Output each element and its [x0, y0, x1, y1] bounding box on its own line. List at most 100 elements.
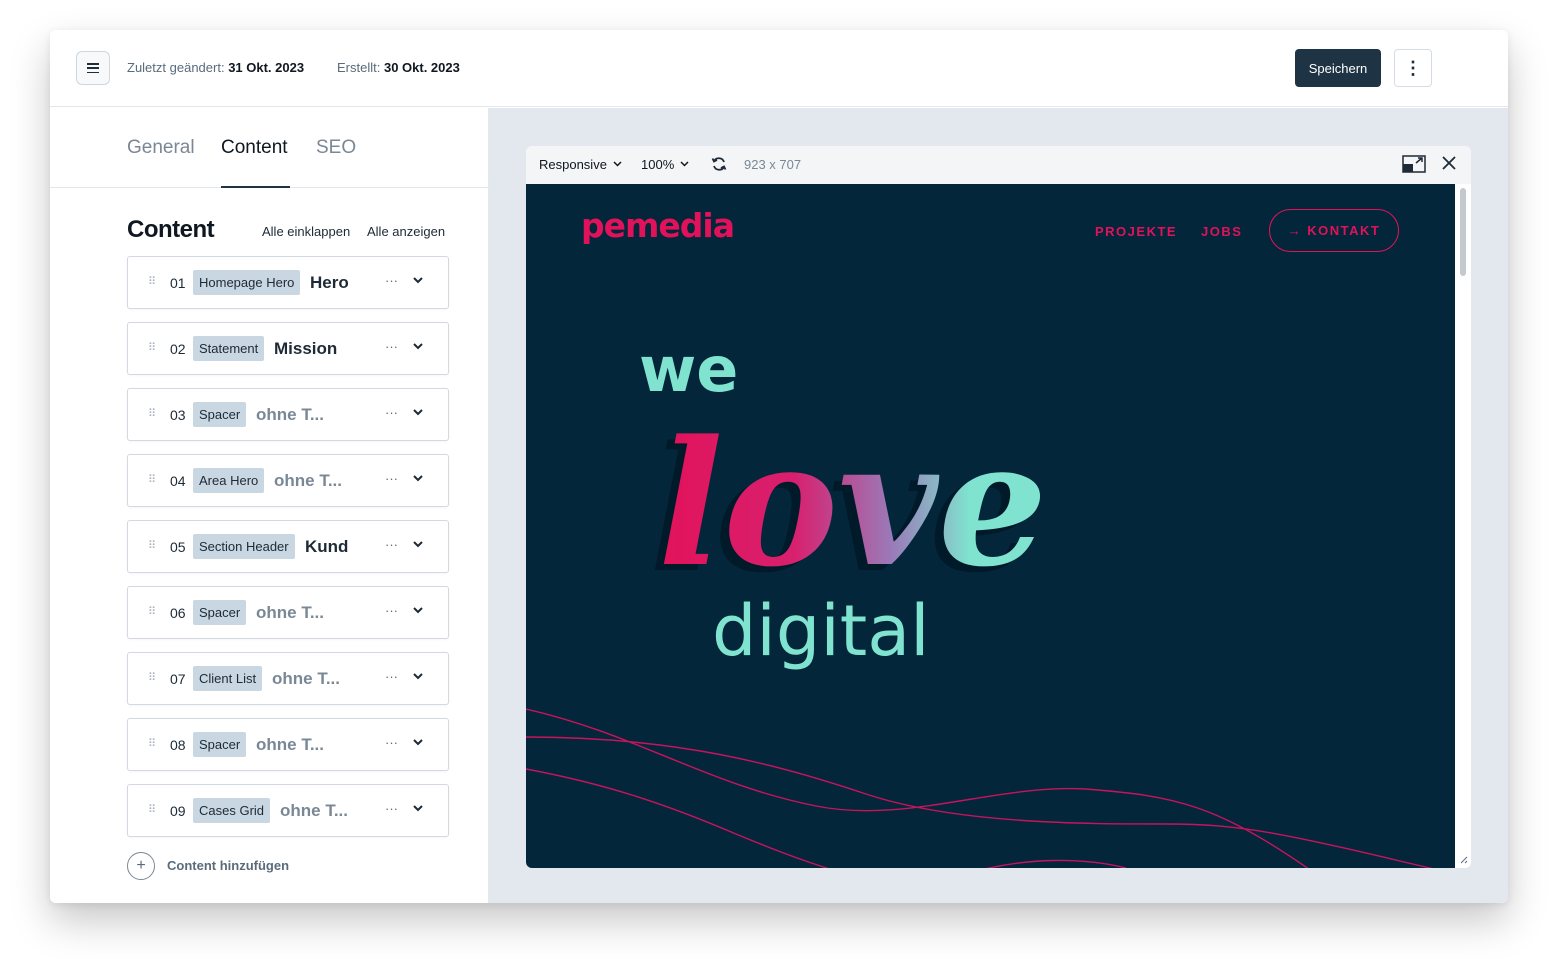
- more-horizontal-icon[interactable]: ···: [385, 405, 398, 420]
- block-number: 03: [170, 407, 186, 423]
- resize-handle-icon[interactable]: [1458, 854, 1468, 864]
- block-title: ohne T...: [256, 603, 324, 622]
- block-number: 01: [170, 275, 186, 291]
- block-title: ohne T...: [280, 801, 348, 820]
- close-icon[interactable]: [1441, 155, 1457, 171]
- preview-toolbar: Responsive 100% 923 x 707: [526, 146, 1471, 184]
- drag-handle-icon[interactable]: ⠿: [148, 539, 156, 552]
- more-horizontal-icon[interactable]: ···: [385, 273, 398, 288]
- content-block[interactable]: ⠿ 08 Spacer ohne T... ···: [127, 718, 449, 771]
- drag-handle-icon[interactable]: ⠿: [148, 341, 156, 354]
- block-number: 07: [170, 671, 186, 687]
- chevron-down-icon[interactable]: [411, 603, 425, 617]
- expand-icon[interactable]: [1402, 155, 1426, 173]
- plus-icon: +: [127, 852, 155, 880]
- block-type-tag: Homepage Hero: [193, 270, 301, 295]
- scrollbar-thumb[interactable]: [1460, 188, 1466, 276]
- block-type-tag: Cases Grid: [193, 798, 271, 823]
- chevron-down-icon: [613, 161, 622, 167]
- block-title: ohne T...: [272, 669, 340, 688]
- active-tab-indicator: [221, 186, 290, 188]
- more-horizontal-icon[interactable]: ···: [385, 537, 398, 552]
- drag-handle-icon[interactable]: ⠿: [148, 737, 156, 750]
- more-horizontal-icon[interactable]: ···: [385, 603, 398, 618]
- content-block[interactable]: ⠿ 07 Client List ohne T... ···: [127, 652, 449, 705]
- preview-scrollbar[interactable]: [1455, 184, 1471, 868]
- zoom-select[interactable]: 100%: [641, 157, 689, 172]
- chevron-down-icon[interactable]: [411, 669, 425, 683]
- more-options-button[interactable]: ⋮: [1394, 49, 1432, 87]
- kebab-icon: ⋮: [1404, 57, 1422, 78]
- chevron-down-icon: [680, 161, 689, 167]
- content-block[interactable]: ⠿ 09 Cases Grid ohne T... ···: [127, 784, 449, 837]
- block-type-tag: Statement: [193, 336, 265, 361]
- drag-handle-icon[interactable]: ⠿: [148, 473, 156, 486]
- block-number: 06: [170, 605, 186, 621]
- tab-general[interactable]: General: [127, 137, 195, 159]
- block-number: 08: [170, 737, 186, 753]
- drag-handle-icon[interactable]: ⠿: [148, 671, 156, 684]
- chevron-down-icon[interactable]: [411, 801, 425, 815]
- hero-graphic: we love love digital: [526, 333, 1433, 868]
- content-block[interactable]: ⠿ 03 Spacer ohne T... ···: [127, 388, 449, 441]
- block-title: Mission: [274, 339, 338, 358]
- block-type-tag: Client List: [193, 666, 263, 691]
- content-block[interactable]: ⠿ 02 Statement Mission ···: [127, 322, 449, 375]
- more-horizontal-icon[interactable]: ···: [385, 801, 398, 816]
- viewport-value: Responsive: [539, 157, 607, 172]
- website-preview: pemedia PROJEKTE JOBS → KONTAKT we love …: [526, 184, 1455, 868]
- drag-handle-icon[interactable]: ⠿: [148, 407, 156, 420]
- viewport-select[interactable]: Responsive: [539, 157, 622, 172]
- decorative-wave-lines: [526, 708, 1433, 868]
- modified-meta: Zuletzt geändert: 31 Okt. 2023: [127, 60, 304, 75]
- chevron-down-icon[interactable]: [411, 735, 425, 749]
- save-button[interactable]: Speichern: [1295, 49, 1381, 87]
- hero-line-love: love: [658, 402, 1047, 605]
- created-date: 30 Okt. 2023: [383, 60, 460, 75]
- more-horizontal-icon[interactable]: ···: [385, 339, 398, 354]
- chevron-down-icon[interactable]: [411, 339, 425, 353]
- hamburger-icon: [87, 63, 99, 73]
- show-all-link[interactable]: Alle anzeigen: [367, 224, 445, 239]
- menu-button[interactable]: [76, 51, 110, 85]
- drag-handle-icon[interactable]: ⠿: [148, 275, 156, 288]
- tab-seo[interactable]: SEO: [316, 137, 356, 159]
- content-block[interactable]: ⠿ 06 Spacer ohne T... ···: [127, 586, 449, 639]
- block-title: ohne T...: [256, 405, 324, 424]
- content-block[interactable]: ⠿ 05 Section Header Kund ···: [127, 520, 449, 573]
- drag-handle-icon[interactable]: ⠿: [148, 605, 156, 618]
- viewport-dimensions: 923 x 707: [744, 157, 802, 172]
- block-type-tag: Spacer: [193, 402, 247, 427]
- chevron-down-icon[interactable]: [411, 537, 425, 551]
- top-bar: Zuletzt geändert: 31 Okt. 2023 Erstellt:…: [50, 30, 1508, 107]
- collapse-all-link[interactable]: Alle einklappen: [262, 224, 350, 239]
- content-section-title: Content: [127, 216, 215, 243]
- block-number: 09: [170, 803, 186, 819]
- block-title: Kund: [305, 537, 349, 556]
- chevron-down-icon[interactable]: [411, 405, 425, 419]
- more-horizontal-icon[interactable]: ···: [385, 735, 398, 750]
- content-block[interactable]: ⠿ 04 Area Hero ohne T... ···: [127, 454, 449, 507]
- block-type-tag: Spacer: [193, 732, 247, 757]
- more-horizontal-icon[interactable]: ···: [385, 669, 398, 684]
- block-number: 04: [170, 473, 186, 489]
- modified-date: 31 Okt. 2023: [228, 60, 305, 75]
- tab-content[interactable]: Content: [221, 137, 288, 159]
- refresh-icon[interactable]: [711, 156, 727, 172]
- created-label: Erstellt:: [337, 60, 381, 75]
- block-number: 02: [170, 341, 186, 357]
- add-content-label: Content hinzufügen: [167, 858, 290, 873]
- modified-label: Zuletzt geändert:: [127, 60, 225, 75]
- block-title: ohne T...: [256, 735, 324, 754]
- editor-panel: General Content SEO Content Alle einklap…: [50, 108, 488, 903]
- zoom-value: 100%: [641, 157, 675, 172]
- drag-handle-icon[interactable]: ⠿: [148, 803, 156, 816]
- chevron-down-icon[interactable]: [411, 273, 425, 287]
- content-block[interactable]: ⠿ 01 Homepage Hero Hero ···: [127, 256, 449, 309]
- block-type-tag: Spacer: [193, 600, 247, 625]
- preview-frame: Responsive 100% 923 x 707 pemedia PROJEK…: [526, 146, 1471, 868]
- block-title: Hero: [310, 273, 349, 292]
- cms-window: Zuletzt geändert: 31 Okt. 2023 Erstellt:…: [50, 30, 1508, 903]
- chevron-down-icon[interactable]: [411, 471, 425, 485]
- more-horizontal-icon[interactable]: ···: [385, 471, 398, 486]
